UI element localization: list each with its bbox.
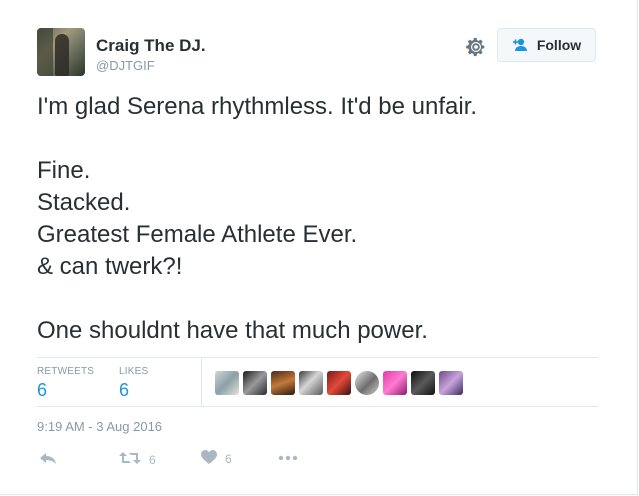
retweets-stat[interactable]: RETWEETS 6 bbox=[37, 366, 94, 401]
retweet-button[interactable]: 6 bbox=[119, 450, 156, 469]
more-button[interactable] bbox=[278, 450, 298, 464]
liker-avatar[interactable] bbox=[243, 371, 267, 395]
liker-avatar[interactable] bbox=[215, 371, 239, 395]
follow-button[interactable]: Follow bbox=[497, 28, 596, 62]
tweet-line: Greatest Female Athlete Ever. bbox=[37, 221, 358, 248]
tweet-line: Stacked. bbox=[37, 189, 131, 216]
likes-count[interactable]: 6 bbox=[119, 380, 148, 401]
follow-label: Follow bbox=[536, 37, 582, 53]
tweet-line: I'm glad Serena rhythmless. It'd be unfa… bbox=[37, 93, 478, 120]
tweet-stats: RETWEETS 6 LIKES 6 bbox=[37, 357, 598, 407]
retweets-count[interactable]: 6 bbox=[37, 380, 94, 401]
liker-avatars bbox=[215, 371, 463, 395]
user-handle[interactable]: @DJTGIF bbox=[96, 58, 155, 73]
tweet-line: One shouldnt have that much power. bbox=[37, 317, 428, 344]
like-button[interactable]: 6 bbox=[201, 450, 232, 468]
tweet-line: & can twerk?! bbox=[37, 253, 183, 280]
liker-avatar[interactable] bbox=[271, 371, 295, 395]
liker-avatar[interactable] bbox=[355, 371, 379, 395]
reply-button[interactable] bbox=[39, 450, 57, 469]
reply-icon bbox=[39, 450, 57, 469]
likes-label: LIKES bbox=[119, 366, 149, 377]
stats-divider bbox=[201, 358, 202, 406]
more-icon bbox=[278, 450, 298, 464]
like-count: 6 bbox=[225, 452, 232, 466]
retweets-label: RETWEETS bbox=[37, 366, 95, 377]
display-name[interactable]: Craig The DJ. bbox=[96, 36, 206, 56]
tweet-line: Fine. bbox=[37, 157, 91, 184]
tweet-timestamp[interactable]: 9:19 AM - 3 Aug 2016 bbox=[37, 419, 162, 434]
retweet-count: 6 bbox=[149, 452, 156, 467]
liker-avatar[interactable] bbox=[299, 371, 323, 395]
likes-stat[interactable]: LIKES 6 bbox=[119, 366, 148, 401]
liker-avatar[interactable] bbox=[327, 371, 351, 395]
tweet-card: Craig The DJ. @DJTGIF Follow I'm glad Se… bbox=[0, 0, 638, 495]
gear-icon[interactable] bbox=[464, 35, 488, 59]
liker-avatar[interactable] bbox=[411, 371, 435, 395]
avatar[interactable] bbox=[37, 28, 85, 76]
heart-icon bbox=[201, 450, 217, 468]
tweet-text: I'm glad Serena rhythmless. It'd be unfa… bbox=[37, 91, 597, 347]
retweet-icon bbox=[119, 450, 141, 469]
add-user-icon bbox=[512, 37, 532, 53]
liker-avatar[interactable] bbox=[439, 371, 463, 395]
liker-avatar[interactable] bbox=[383, 371, 407, 395]
